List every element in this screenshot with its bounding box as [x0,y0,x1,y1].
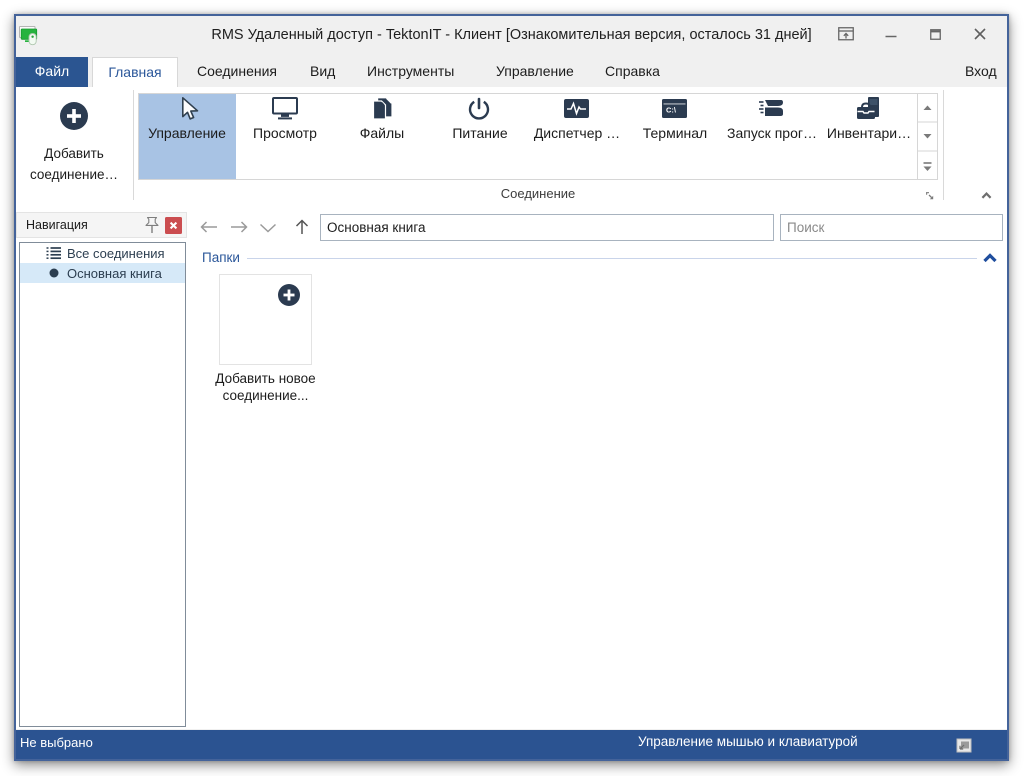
svg-text:C:\: C:\ [666,106,677,115]
